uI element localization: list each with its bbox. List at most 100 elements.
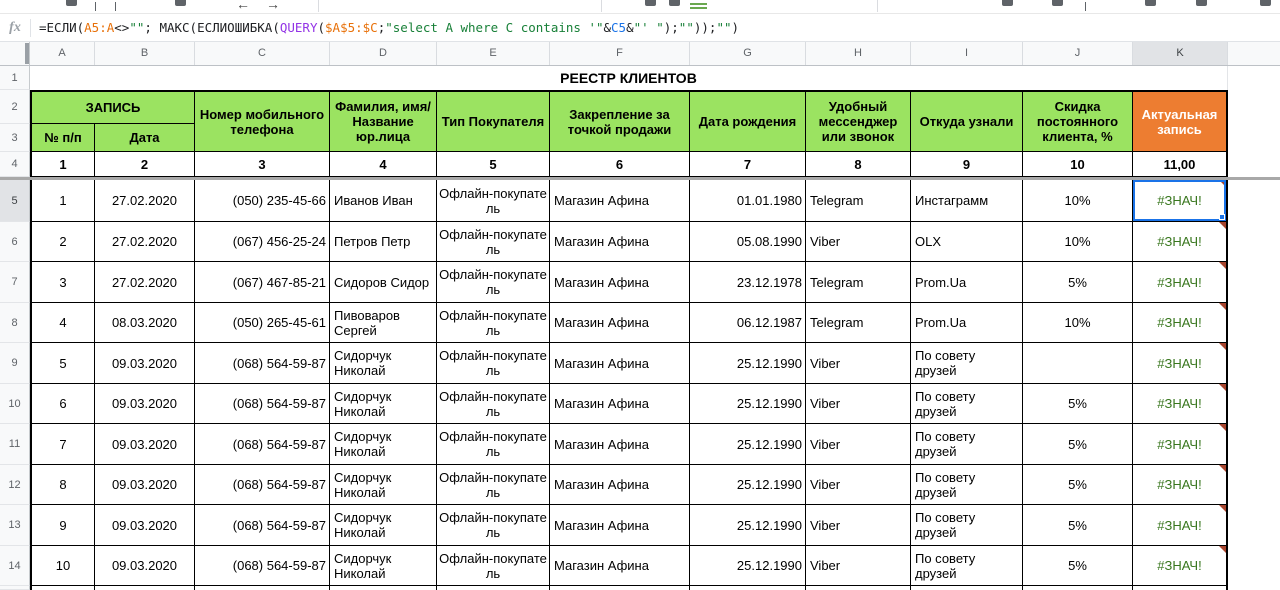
cell-D7[interactable]: Сидоров Сидор xyxy=(330,262,437,303)
column-header-E[interactable]: E xyxy=(437,42,550,65)
cell-I10[interactable]: По совету друзей xyxy=(911,384,1023,424)
cell-E8[interactable]: Офлайн-покупатель xyxy=(437,303,550,343)
toolbar-icon[interactable] xyxy=(1145,0,1156,6)
cell-I15[interactable] xyxy=(911,586,1023,590)
cell-C7[interactable]: (067) 467-85-21 xyxy=(195,262,330,303)
cell-E6[interactable]: Офлайн-покупатель xyxy=(437,222,550,262)
cell-I9[interactable]: По совету друзей xyxy=(911,343,1023,384)
toolbar-icon[interactable] xyxy=(645,0,656,6)
row-header-2[interactable]: 2 xyxy=(0,90,30,124)
row-header-10[interactable]: 10 xyxy=(0,384,30,424)
cell-H6[interactable]: Viber xyxy=(806,222,911,262)
cell-C8[interactable]: (050) 265-45-61 xyxy=(195,303,330,343)
toolbar-icon[interactable] xyxy=(66,0,77,6)
cell-J14[interactable]: 5% xyxy=(1023,546,1133,586)
column-header-K[interactable]: K xyxy=(1133,42,1228,65)
right-arrow-icon[interactable]: → xyxy=(266,0,280,12)
cell-E14[interactable]: Офлайн-покупатель xyxy=(437,546,550,586)
cell-B5[interactable]: 27.02.2020 xyxy=(95,180,195,222)
cell-J13[interactable]: 5% xyxy=(1023,505,1133,546)
cell-A5[interactable]: 1 xyxy=(30,180,95,222)
cell-H12[interactable]: Viber xyxy=(806,465,911,505)
column-header-A[interactable]: A xyxy=(30,42,95,65)
header-buyer-type[interactable]: Тип Покупателя xyxy=(437,90,550,152)
borders-green-icon[interactable] xyxy=(690,3,707,11)
cell-H13[interactable]: Viber xyxy=(806,505,911,546)
cell-F4[interactable]: 6 xyxy=(550,152,690,177)
cell-D14[interactable]: Сидорчук Николай xyxy=(330,546,437,586)
cell-J9[interactable] xyxy=(1023,343,1133,384)
column-header-B[interactable]: B xyxy=(95,42,195,65)
cell-I8[interactable]: Prom.Ua xyxy=(911,303,1023,343)
cell-C12[interactable]: (068) 564-59-87 xyxy=(195,465,330,505)
cell-I13[interactable]: По совету друзей xyxy=(911,505,1023,546)
row-header-7[interactable]: 7 xyxy=(0,262,30,303)
column-header-J[interactable]: J xyxy=(1023,42,1133,65)
cell-C11[interactable]: (068) 564-59-87 xyxy=(195,424,330,465)
row-header-3[interactable]: 3 xyxy=(0,124,30,152)
cell-G10[interactable]: 25.12.1990 xyxy=(690,384,806,424)
cell-D15[interactable] xyxy=(330,586,437,590)
row-header-13[interactable]: 13 xyxy=(0,505,30,546)
cell-B13[interactable]: 09.03.2020 xyxy=(95,505,195,546)
cell-H10[interactable]: Viber xyxy=(806,384,911,424)
cell-I4[interactable]: 9 xyxy=(911,152,1023,177)
row-header-6[interactable]: 6 xyxy=(0,222,30,262)
cell-A15[interactable] xyxy=(30,586,95,590)
column-header-H[interactable]: H xyxy=(806,42,911,65)
toolbar-icon[interactable] xyxy=(95,2,96,11)
row-header-4[interactable]: 4 xyxy=(0,152,30,177)
cell-G11[interactable]: 25.12.1990 xyxy=(690,424,806,465)
cell-C4[interactable]: 3 xyxy=(195,152,330,177)
header-discount[interactable]: Скидка постоянного клиента, % xyxy=(1023,90,1133,152)
column-header-C[interactable]: C xyxy=(195,42,330,65)
cell-B8[interactable]: 08.03.2020 xyxy=(95,303,195,343)
cell-A9[interactable]: 5 xyxy=(30,343,95,384)
frozen-handle[interactable] xyxy=(25,43,29,64)
cell-D6[interactable]: Петров Петр xyxy=(330,222,437,262)
cell-A8[interactable]: 4 xyxy=(30,303,95,343)
cell-I12[interactable]: По совету друзей xyxy=(911,465,1023,505)
toolbar-icon[interactable] xyxy=(1260,0,1271,6)
cell-J11[interactable]: 5% xyxy=(1023,424,1133,465)
cell-E4[interactable]: 5 xyxy=(437,152,550,177)
cell-C9[interactable]: (068) 564-59-87 xyxy=(195,343,330,384)
toolbar-icon[interactable] xyxy=(175,0,186,6)
cell-K6[interactable]: #ЗНАЧ! xyxy=(1133,222,1228,262)
cell-B12[interactable]: 09.03.2020 xyxy=(95,465,195,505)
cell-A6[interactable]: 2 xyxy=(30,222,95,262)
cell-I11[interactable]: По совету друзей xyxy=(911,424,1023,465)
cell-B11[interactable]: 09.03.2020 xyxy=(95,424,195,465)
cell-J8[interactable]: 10% xyxy=(1023,303,1133,343)
cell-G8[interactable]: 06.12.1987 xyxy=(690,303,806,343)
cell-J10[interactable]: 5% xyxy=(1023,384,1133,424)
column-header-G[interactable]: G xyxy=(690,42,806,65)
cell-F15[interactable] xyxy=(550,586,690,590)
cell-D4[interactable]: 4 xyxy=(330,152,437,177)
cell-D11[interactable]: Сидорчук Николай xyxy=(330,424,437,465)
cell-K5[interactable]: #ЗНАЧ! xyxy=(1133,180,1228,222)
cell-H4[interactable]: 8 xyxy=(806,152,911,177)
cell-K13[interactable]: #ЗНАЧ! xyxy=(1133,505,1228,546)
column-header-F[interactable]: F xyxy=(550,42,690,65)
header-num[interactable]: № п/п xyxy=(30,124,95,152)
cell-A14[interactable]: 10 xyxy=(30,546,95,586)
cell-E5[interactable]: Офлайн-покупатель xyxy=(437,180,550,222)
cell-D13[interactable]: Сидорчук Николай xyxy=(330,505,437,546)
cell-D9[interactable]: Сидорчук Николай xyxy=(330,343,437,384)
toolbar-icon[interactable] xyxy=(1085,2,1086,11)
row-header-1[interactable]: 1 xyxy=(0,66,30,90)
toolbar-icon[interactable] xyxy=(115,2,116,11)
cell-K8[interactable]: #ЗНАЧ! xyxy=(1133,303,1228,343)
cell-E11[interactable]: Офлайн-покупатель xyxy=(437,424,550,465)
cell-B10[interactable]: 09.03.2020 xyxy=(95,384,195,424)
cell-J15[interactable] xyxy=(1023,586,1133,590)
cell-J7[interactable]: 5% xyxy=(1023,262,1133,303)
cell-C10[interactable]: (068) 564-59-87 xyxy=(195,384,330,424)
cell-K4[interactable]: 11,00 xyxy=(1133,152,1228,177)
header-birth[interactable]: Дата рождения xyxy=(690,90,806,152)
cell-B7[interactable]: 27.02.2020 xyxy=(95,262,195,303)
cell-G7[interactable]: 23.12.1978 xyxy=(690,262,806,303)
cell-C13[interactable]: (068) 564-59-87 xyxy=(195,505,330,546)
header-phone[interactable]: Номер мобильного телефона xyxy=(195,90,330,152)
